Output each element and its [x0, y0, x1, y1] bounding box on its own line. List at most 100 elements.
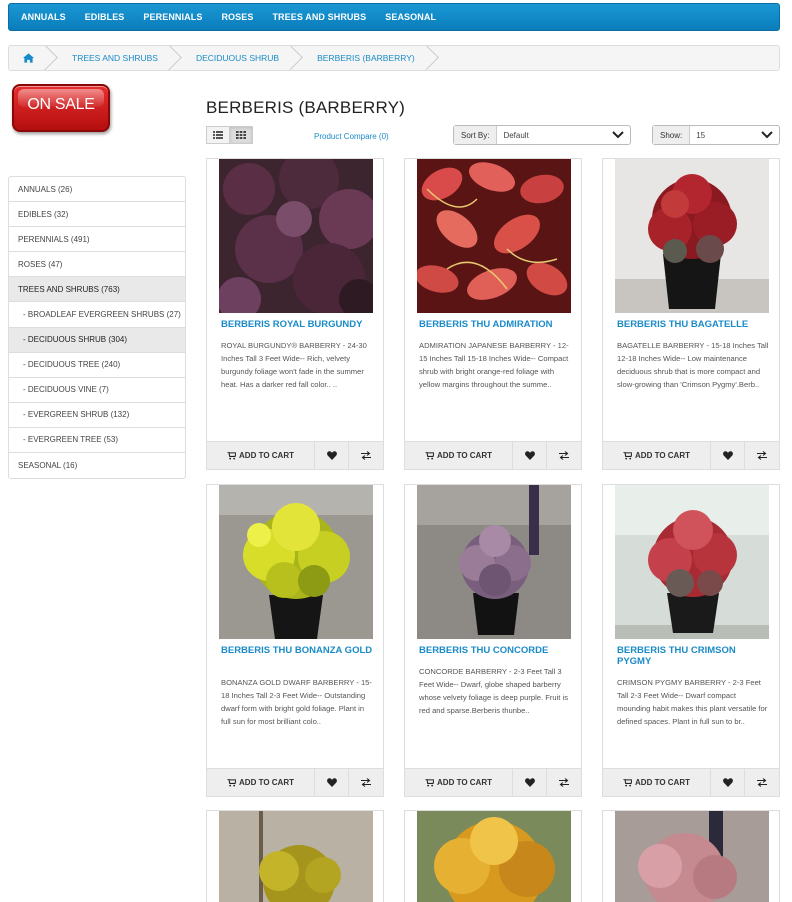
- view-toggle: [206, 126, 253, 144]
- nav-roses[interactable]: ROSES: [221, 12, 253, 22]
- product-image[interactable]: [615, 485, 769, 639]
- add-to-cart-label: ADD TO CART: [635, 451, 690, 460]
- category-annuals[interactable]: ANNUALS (26): [9, 177, 185, 203]
- compare-button[interactable]: [547, 769, 581, 796]
- heart-icon: [524, 451, 535, 460]
- show-select[interactable]: Show: 15: [652, 125, 780, 145]
- product-description: CRIMSON PYGMY BARBERRY - 2-3 Feet Tall 2…: [617, 678, 768, 726]
- add-to-cart-label: ADD TO CART: [437, 451, 492, 460]
- wishlist-button[interactable]: [711, 442, 745, 469]
- breadcrumb-home[interactable]: [9, 46, 48, 70]
- sort-select[interactable]: Sort By: Default: [453, 125, 631, 145]
- compare-button[interactable]: [349, 442, 383, 469]
- exchange-icon: [361, 778, 371, 787]
- product-card: BERBERIS THU CRIMSON PYGMY CRIMSON PYGMY…: [602, 484, 780, 797]
- compare-button[interactable]: [349, 769, 383, 796]
- add-to-cart-button[interactable]: ADD TO CART: [405, 442, 513, 469]
- show-label: Show:: [653, 126, 691, 144]
- nav-annuals[interactable]: ANNUALS: [21, 12, 66, 22]
- product-name[interactable]: BERBERIS THU CONCORDE: [419, 645, 573, 656]
- add-to-cart-button[interactable]: ADD TO CART: [405, 769, 513, 796]
- product-description: CONCORDE BARBERRY - 2-3 Feet Tall 3 Feet…: [419, 667, 568, 715]
- cart-icon: [623, 778, 633, 787]
- chevron-down-icon: [761, 131, 773, 139]
- heart-icon: [326, 451, 337, 460]
- wishlist-button[interactable]: [513, 769, 547, 796]
- exchange-icon: [757, 778, 767, 787]
- breadcrumb: TREES AND SHRUBS DECIDUOUS SHRUB BERBERI…: [8, 45, 780, 71]
- category-perennials[interactable]: PERENNIALS (491): [9, 227, 185, 253]
- product-card: BERBERIS ROYAL BURGUNDY ROYAL BURGUNDY® …: [206, 158, 384, 470]
- product-card: BERBERIS THU ADMIRATION ADMIRATION JAPAN…: [404, 158, 582, 470]
- category-deciduous-tree[interactable]: - DECIDUOUS TREE (240): [9, 353, 185, 378]
- wishlist-button[interactable]: [513, 442, 547, 469]
- product-name[interactable]: BERBERIS THU BONANZA GOLD: [221, 645, 375, 656]
- wishlist-button[interactable]: [711, 769, 745, 796]
- category-deciduous-vine[interactable]: - DECIDUOUS VINE (7): [9, 378, 185, 403]
- wishlist-button[interactable]: [315, 769, 349, 796]
- grid-view-button[interactable]: [229, 126, 253, 144]
- product-actions: ADD TO CART: [603, 441, 779, 469]
- exchange-icon: [559, 778, 569, 787]
- wishlist-button[interactable]: [315, 442, 349, 469]
- product-image[interactable]: [615, 811, 769, 902]
- heart-icon: [524, 778, 535, 787]
- product-image[interactable]: [417, 811, 571, 902]
- exchange-icon: [559, 451, 569, 460]
- cart-icon: [227, 451, 237, 460]
- product-image[interactable]: [417, 485, 571, 639]
- exchange-icon: [361, 451, 371, 460]
- compare-button[interactable]: [547, 442, 581, 469]
- product-actions: ADD TO CART: [603, 768, 779, 796]
- product-description: ROYAL BURGUNDY® BARBERRY - 24-30 Inches …: [221, 341, 367, 389]
- home-icon: [23, 53, 34, 63]
- heart-icon: [326, 778, 337, 787]
- product-card: BERBERIS THU BAGATELLE BAGATELLE BARBERR…: [602, 158, 780, 470]
- product-name[interactable]: BERBERIS ROYAL BURGUNDY: [221, 319, 375, 330]
- list-view-button[interactable]: [206, 126, 230, 144]
- category-evergreen-shrub[interactable]: - EVERGREEN SHRUB (132): [9, 403, 185, 428]
- category-seasonal[interactable]: SEASONAL (16): [9, 453, 185, 478]
- breadcrumb-deciduous-shrub[interactable]: DECIDUOUS SHRUB: [172, 46, 293, 70]
- category-broadleaf-evergreen-shrubs[interactable]: - BROADLEAF EVERGREEN SHRUBS (27): [9, 302, 185, 328]
- category-deciduous-shrub[interactable]: - DECIDUOUS SHRUB (304): [9, 327, 185, 353]
- product-image[interactable]: [219, 485, 373, 639]
- product-name[interactable]: BERBERIS THU ADMIRATION: [419, 319, 573, 330]
- on-sale-button[interactable]: ON SALE: [12, 84, 110, 132]
- add-to-cart-button[interactable]: ADD TO CART: [207, 442, 315, 469]
- compare-button[interactable]: [745, 442, 779, 469]
- nav-edibles[interactable]: EDIBLES: [85, 12, 125, 22]
- product-name[interactable]: BERBERIS THU BAGATELLE: [617, 319, 771, 330]
- list-icon: [213, 131, 223, 139]
- product-card: BERBERIS THU CONCORDE CONCORDE BARBERRY …: [404, 484, 582, 797]
- category-edibles[interactable]: EDIBLES (32): [9, 202, 185, 228]
- nav-trees-and-shrubs[interactable]: TREES AND SHRUBS: [272, 12, 366, 22]
- sort-value-box: Default: [497, 126, 630, 144]
- category-trees-and-shrubs[interactable]: TREES AND SHRUBS (763): [9, 277, 185, 303]
- cart-icon: [425, 778, 435, 787]
- product-name[interactable]: BERBERIS THU CRIMSON PYGMY: [617, 645, 771, 667]
- category-evergreen-tree[interactable]: - EVERGREEN TREE (53): [9, 428, 185, 454]
- product-actions: ADD TO CART: [405, 441, 581, 469]
- add-to-cart-button[interactable]: ADD TO CART: [603, 442, 711, 469]
- breadcrumb-trees-and-shrubs[interactable]: TREES AND SHRUBS: [48, 46, 172, 70]
- product-card: BERBERIS THU BONANZA GOLD BONANZA GOLD D…: [206, 484, 384, 797]
- product-compare-link[interactable]: Product Compare (0): [314, 132, 389, 141]
- product-image[interactable]: [219, 159, 373, 313]
- nav-perennials[interactable]: PERENNIALS: [143, 12, 202, 22]
- product-image[interactable]: [219, 811, 373, 902]
- category-roses[interactable]: ROSES (47): [9, 252, 185, 278]
- category-sidebar: ANNUALS (26) EDIBLES (32) PERENNIALS (49…: [8, 176, 186, 480]
- add-to-cart-button[interactable]: ADD TO CART: [207, 769, 315, 796]
- product-image[interactable]: [417, 159, 571, 313]
- product-description: ADMIRATION JAPANESE BARBERRY - 12-15 Inc…: [419, 341, 569, 389]
- heart-icon: [722, 778, 733, 787]
- cart-icon: [425, 451, 435, 460]
- product-image[interactable]: [615, 159, 769, 313]
- product-actions: ADD TO CART: [405, 768, 581, 796]
- compare-button[interactable]: [745, 769, 779, 796]
- exchange-icon: [757, 451, 767, 460]
- nav-seasonal[interactable]: SEASONAL: [385, 12, 436, 22]
- breadcrumb-current[interactable]: BERBERIS (BARBERRY): [293, 46, 429, 70]
- add-to-cart-button[interactable]: ADD TO CART: [603, 769, 711, 796]
